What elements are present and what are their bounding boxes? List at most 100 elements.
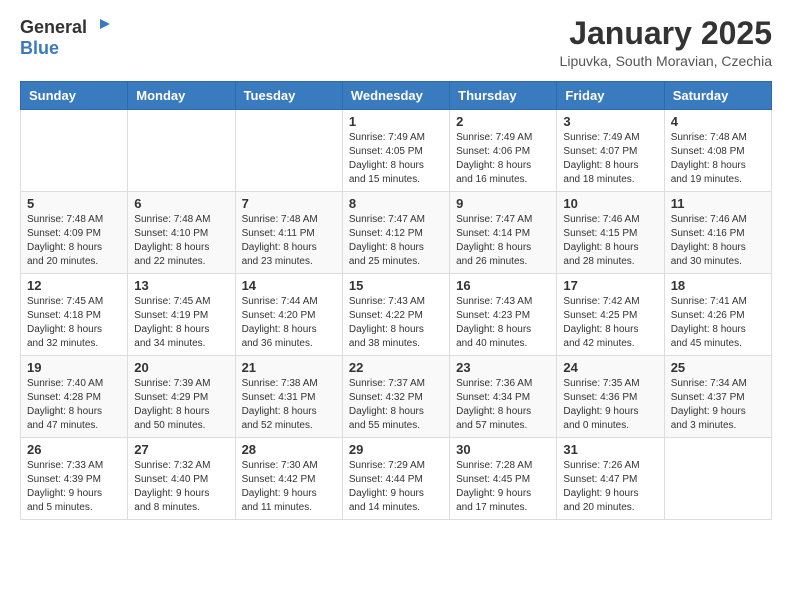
table-row: 17Sunrise: 7:42 AM Sunset: 4:25 PM Dayli…	[557, 274, 664, 356]
day-number: 15	[349, 278, 443, 293]
day-number: 20	[134, 360, 228, 375]
table-row: 3 Sunrise: 7:49 AM Sunset: 4:07 PM Daylig…	[557, 110, 664, 192]
table-row	[128, 110, 235, 192]
day-info: Sunrise: 7:39 AM Sunset: 4:29 PM Dayligh…	[134, 377, 228, 433]
col-sunday: Sunday	[21, 82, 128, 110]
page-container: General Blue January 2025 Lipuvka, South…	[0, 0, 792, 530]
day-info: Sunrise: 7:30 AM Sunset: 4:42 PM Dayligh…	[242, 459, 336, 515]
day-info: Sunrise: 7:45 AM Sunset: 4:19 PM Dayligh…	[134, 295, 228, 351]
day-number: 19	[27, 360, 121, 375]
calendar-week-row: 5 Sunrise: 7:48 AM Sunset: 4:09 PM Daylig…	[21, 192, 772, 274]
table-row: 7Sunrise: 7:48 AM Sunset: 4:11 PM Daylig…	[235, 192, 342, 274]
calendar-week-row: 19Sunrise: 7:40 AM Sunset: 4:28 PM Dayli…	[21, 356, 772, 438]
logo-general-text: General	[20, 17, 87, 38]
table-row: 1 Sunrise: 7:49 AM Sunset: 4:05 PM Daylig…	[342, 110, 449, 192]
day-info: Sunrise: 7:49 AM Sunset: 4:07 PM Dayligh…	[563, 131, 657, 187]
day-info: Sunrise: 7:47 AM Sunset: 4:12 PM Dayligh…	[349, 213, 443, 269]
day-info: Sunrise: 7:48 AM Sunset: 4:09 PM Dayligh…	[27, 213, 121, 269]
day-number: 13	[134, 278, 228, 293]
day-info: Sunrise: 7:49 AM Sunset: 4:06 PM Dayligh…	[456, 131, 550, 187]
day-number: 27	[134, 442, 228, 457]
table-row: 29 Sunrise: 7:29 AM Sunset: 4:44 PM Dayli…	[342, 438, 449, 520]
table-row: 4Sunrise: 7:48 AM Sunset: 4:08 PM Daylig…	[664, 110, 771, 192]
day-number: 11	[671, 196, 765, 211]
table-row	[664, 438, 771, 520]
day-number: 10	[563, 196, 657, 211]
table-row: 5 Sunrise: 7:48 AM Sunset: 4:09 PM Daylig…	[21, 192, 128, 274]
day-number: 4	[671, 114, 765, 129]
day-number: 30	[456, 442, 550, 457]
day-number: 17	[563, 278, 657, 293]
day-info: Sunrise: 7:43 AM Sunset: 4:23 PM Dayligh…	[456, 295, 550, 351]
day-info: Sunrise: 7:49 AM Sunset: 4:05 PM Dayligh…	[349, 131, 443, 187]
calendar-week-row: 1 Sunrise: 7:49 AM Sunset: 4:05 PM Daylig…	[21, 110, 772, 192]
table-row: 14Sunrise: 7:44 AM Sunset: 4:20 PM Dayli…	[235, 274, 342, 356]
table-row	[235, 110, 342, 192]
day-number: 24	[563, 360, 657, 375]
day-number: 26	[27, 442, 121, 457]
table-row: 27 Sunrise: 7:32 AM Sunset: 4:40 PM Dayli…	[128, 438, 235, 520]
table-row: 13 Sunrise: 7:45 AM Sunset: 4:19 PM Dayli…	[128, 274, 235, 356]
day-number: 18	[671, 278, 765, 293]
month-title: January 2025	[560, 16, 772, 51]
table-row: 31Sunrise: 7:26 AM Sunset: 4:47 PM Dayli…	[557, 438, 664, 520]
calendar-header-row: Sunday Monday Tuesday Wednesday Thursday…	[21, 82, 772, 110]
table-row	[21, 110, 128, 192]
table-row: 20 Sunrise: 7:39 AM Sunset: 4:29 PM Dayli…	[128, 356, 235, 438]
calendar-week-row: 26 Sunrise: 7:33 AM Sunset: 4:39 PM Dayli…	[21, 438, 772, 520]
table-row: 9 Sunrise: 7:47 AM Sunset: 4:14 PM Daylig…	[450, 192, 557, 274]
day-number: 5	[27, 196, 121, 211]
table-row: 16Sunrise: 7:43 AM Sunset: 4:23 PM Dayli…	[450, 274, 557, 356]
col-thursday: Thursday	[450, 82, 557, 110]
table-row: 23 Sunrise: 7:36 AM Sunset: 4:34 PM Dayli…	[450, 356, 557, 438]
day-info: Sunrise: 7:47 AM Sunset: 4:14 PM Dayligh…	[456, 213, 550, 269]
table-row: 2 Sunrise: 7:49 AM Sunset: 4:06 PM Daylig…	[450, 110, 557, 192]
day-number: 22	[349, 360, 443, 375]
day-info: Sunrise: 7:35 AM Sunset: 4:36 PM Dayligh…	[563, 377, 657, 433]
day-number: 31	[563, 442, 657, 457]
day-number: 25	[671, 360, 765, 375]
table-row: 19Sunrise: 7:40 AM Sunset: 4:28 PM Dayli…	[21, 356, 128, 438]
day-number: 8	[349, 196, 443, 211]
table-row: 30 Sunrise: 7:28 AM Sunset: 4:45 PM Dayli…	[450, 438, 557, 520]
title-block: January 2025 Lipuvka, South Moravian, Cz…	[560, 16, 772, 69]
col-monday: Monday	[128, 82, 235, 110]
col-saturday: Saturday	[664, 82, 771, 110]
table-row: 8 Sunrise: 7:47 AM Sunset: 4:12 PM Daylig…	[342, 192, 449, 274]
day-number: 3	[563, 114, 657, 129]
table-row: 26 Sunrise: 7:33 AM Sunset: 4:39 PM Dayli…	[21, 438, 128, 520]
day-number: 6	[134, 196, 228, 211]
day-info: Sunrise: 7:29 AM Sunset: 4:44 PM Dayligh…	[349, 459, 443, 515]
table-row: 24 Sunrise: 7:35 AM Sunset: 4:36 PM Dayli…	[557, 356, 664, 438]
day-number: 12	[27, 278, 121, 293]
day-info: Sunrise: 7:36 AM Sunset: 4:34 PM Dayligh…	[456, 377, 550, 433]
day-number: 9	[456, 196, 550, 211]
day-number: 1	[349, 114, 443, 129]
day-number: 28	[242, 442, 336, 457]
day-info: Sunrise: 7:46 AM Sunset: 4:16 PM Dayligh…	[671, 213, 765, 269]
logo: General Blue	[20, 16, 111, 59]
col-wednesday: Wednesday	[342, 82, 449, 110]
table-row: 6Sunrise: 7:48 AM Sunset: 4:10 PM Daylig…	[128, 192, 235, 274]
day-info: Sunrise: 7:46 AM Sunset: 4:15 PM Dayligh…	[563, 213, 657, 269]
day-number: 21	[242, 360, 336, 375]
table-row: 22Sunrise: 7:37 AM Sunset: 4:32 PM Dayli…	[342, 356, 449, 438]
day-number: 14	[242, 278, 336, 293]
page-header: General Blue January 2025 Lipuvka, South…	[20, 16, 772, 69]
day-info: Sunrise: 7:28 AM Sunset: 4:45 PM Dayligh…	[456, 459, 550, 515]
table-row: 28 Sunrise: 7:30 AM Sunset: 4:42 PM Dayli…	[235, 438, 342, 520]
day-info: Sunrise: 7:33 AM Sunset: 4:39 PM Dayligh…	[27, 459, 121, 515]
day-number: 29	[349, 442, 443, 457]
location-subtitle: Lipuvka, South Moravian, Czechia	[560, 53, 772, 69]
day-number: 2	[456, 114, 550, 129]
col-tuesday: Tuesday	[235, 82, 342, 110]
day-info: Sunrise: 7:38 AM Sunset: 4:31 PM Dayligh…	[242, 377, 336, 433]
table-row: 11 Sunrise: 7:46 AM Sunset: 4:16 PM Dayli…	[664, 192, 771, 274]
col-friday: Friday	[557, 82, 664, 110]
table-row: 21 Sunrise: 7:38 AM Sunset: 4:31 PM Dayli…	[235, 356, 342, 438]
day-info: Sunrise: 7:32 AM Sunset: 4:40 PM Dayligh…	[134, 459, 228, 515]
calendar-week-row: 12Sunrise: 7:45 AM Sunset: 4:18 PM Dayli…	[21, 274, 772, 356]
table-row: 15Sunrise: 7:43 AM Sunset: 4:22 PM Dayli…	[342, 274, 449, 356]
day-info: Sunrise: 7:41 AM Sunset: 4:26 PM Dayligh…	[671, 295, 765, 351]
day-number: 23	[456, 360, 550, 375]
